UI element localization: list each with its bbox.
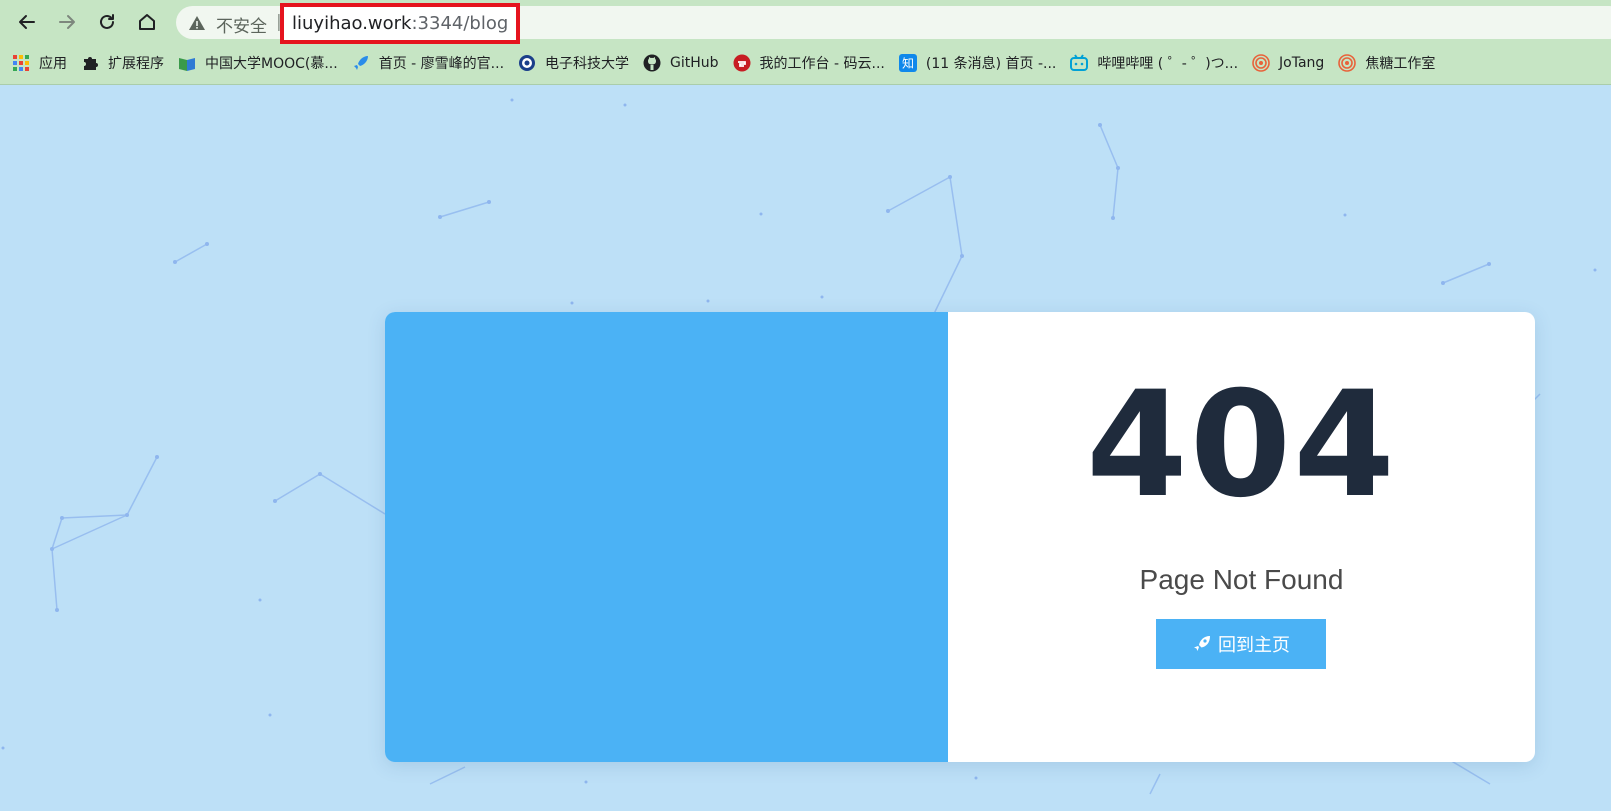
arrow-right-icon xyxy=(59,15,75,29)
bookmarks-bar: 应用 扩展程序 中国大学MOOC(慕... 首页 - 廖雪峰的官... 电子科技… xyxy=(12,48,1449,78)
error-card: 404 Page Not Found 回到主页 xyxy=(385,312,1535,762)
address-bar[interactable]: 不安全 | liuyihao.work:3344/blog xyxy=(176,3,1611,44)
browser-toolbar: 不安全 | liuyihao.work:3344/blog xyxy=(0,0,1611,44)
bookmark-label: 扩展程序 xyxy=(108,56,164,72)
error-card-content: 404 Page Not Found 回到主页 xyxy=(948,312,1535,762)
back-to-home-button[interactable]: 回到主页 xyxy=(1156,619,1326,669)
bookmark-label: 电子科技大学 xyxy=(545,56,630,72)
reload-icon xyxy=(100,14,114,29)
bookmark-jotang[interactable]: JoTang xyxy=(1252,54,1324,72)
back-button[interactable] xyxy=(11,6,43,38)
bookmark-extensions[interactable]: 扩展程序 xyxy=(81,53,164,73)
error-message: Page Not Found xyxy=(1139,564,1344,595)
reload-button[interactable] xyxy=(91,6,123,38)
bookmark-label: 中国大学MOOC(慕... xyxy=(205,56,338,72)
university-emblem-icon xyxy=(518,54,536,72)
url-host: liuyihao.work xyxy=(292,13,412,34)
book-icon xyxy=(178,54,196,72)
bookmark-gitee[interactable]: 我的工作台 - 码云... xyxy=(733,53,885,73)
bookmark-label: 我的工作台 - 码云... xyxy=(759,56,885,72)
bookmark-mooc[interactable]: 中国大学MOOC(慕... xyxy=(178,53,338,73)
forward-button[interactable] xyxy=(51,6,83,38)
url-highlight-box[interactable]: liuyihao.work:3344/blog xyxy=(280,3,521,44)
bilibili-icon xyxy=(1070,54,1089,72)
back-to-home-label: 回到主页 xyxy=(1218,635,1290,655)
bookmark-label: 首页 - 廖雪峰的官... xyxy=(378,56,505,72)
error-code: 404 xyxy=(1086,360,1397,530)
bookmark-caramel-studio[interactable]: 焦糖工作室 xyxy=(1338,53,1435,73)
spiral-icon xyxy=(1252,54,1270,72)
github-icon xyxy=(643,54,661,72)
spiral-icon xyxy=(1338,54,1357,72)
gitee-icon xyxy=(733,54,751,72)
bookmark-zhihu[interactable]: 知 (11 条消息) 首页 -... xyxy=(898,53,1057,73)
bookmark-uestc[interactable]: 电子科技大学 xyxy=(518,53,629,73)
home-button[interactable] xyxy=(131,6,163,38)
bookmark-apps[interactable]: 应用 xyxy=(12,53,67,73)
bookmark-github[interactable]: GitHub xyxy=(643,54,719,72)
browser-chrome: 不安全 | liuyihao.work:3344/blog 应用 扩展程序 中… xyxy=(0,0,1611,85)
apps-grid-icon xyxy=(12,54,30,72)
bookmark-label: 焦糖工作室 xyxy=(1365,56,1436,72)
zhihu-icon: 知 xyxy=(898,54,917,72)
arrow-left-icon xyxy=(19,15,35,29)
warning-triangle-icon xyxy=(189,16,205,30)
not-secure-label: 不安全 xyxy=(216,17,267,37)
puzzle-icon xyxy=(81,54,99,72)
bookmark-label: JoTang xyxy=(1279,55,1325,71)
rocket-icon xyxy=(352,54,370,72)
home-icon xyxy=(139,14,155,30)
bookmark-liaoxuefeng[interactable]: 首页 - 廖雪峰的官... xyxy=(352,53,504,73)
url-path: :3344/blog xyxy=(411,13,509,34)
bookmark-label: 应用 xyxy=(39,56,67,72)
error-card-illustration-panel xyxy=(385,312,948,762)
svg-text:知: 知 xyxy=(902,57,914,71)
bookmark-label: 哔哩哔哩 ( ゜- ゜)つ... xyxy=(1097,56,1239,72)
bookmark-label: GitHub xyxy=(670,55,719,71)
bookmark-bilibili[interactable]: 哔哩哔哩 ( ゜- ゜)つ... xyxy=(1070,53,1238,73)
rocket-icon xyxy=(1194,636,1210,651)
bookmark-label: (11 条消息) 首页 -... xyxy=(925,56,1057,72)
